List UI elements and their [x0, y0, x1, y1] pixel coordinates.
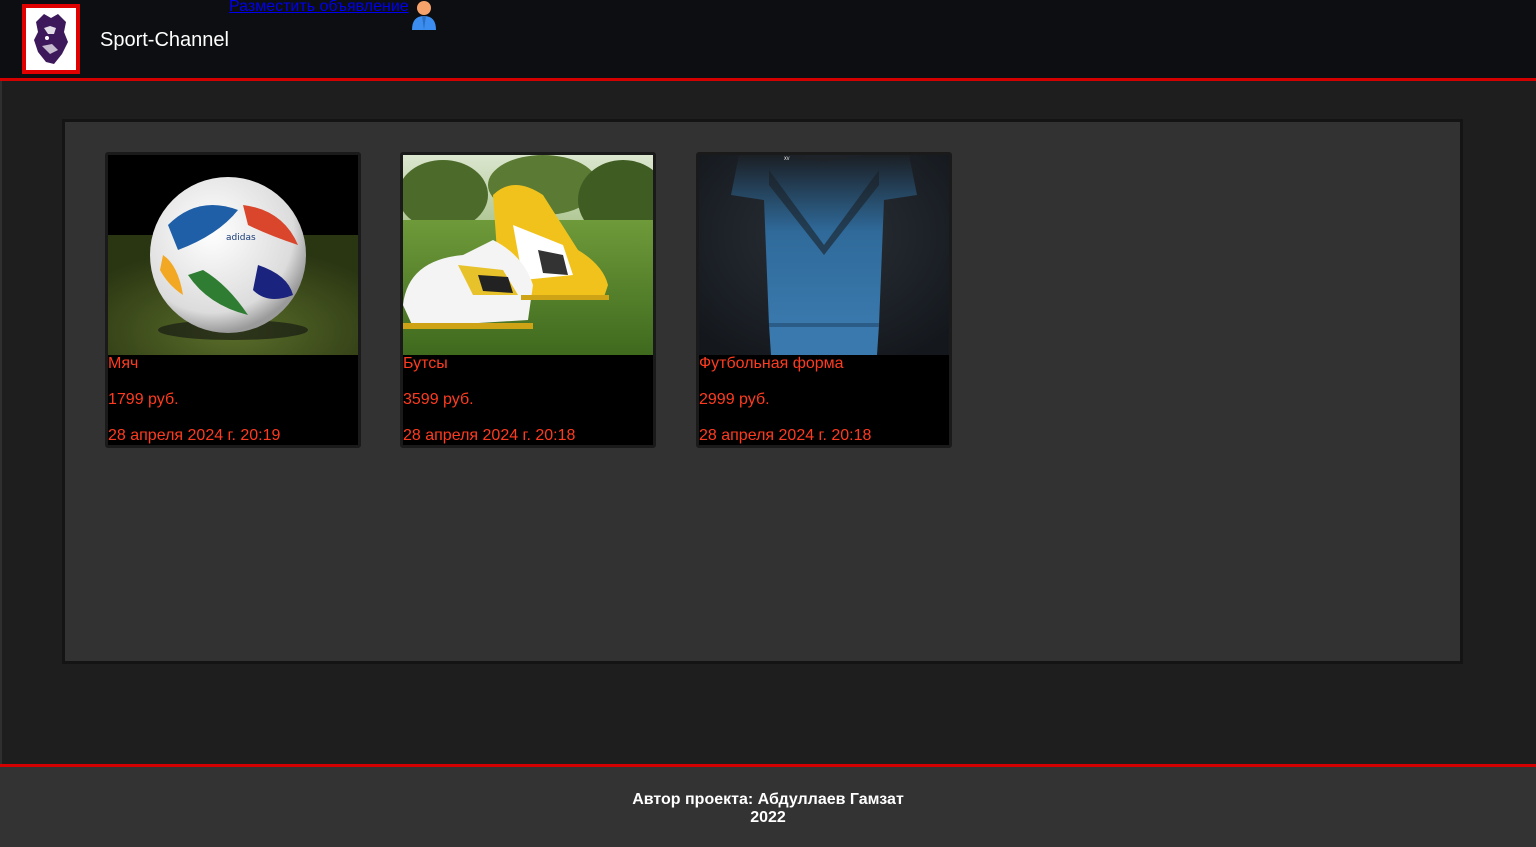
listing-card[interactable]: XV Футбольная форма 2999 руб. 28 апреля … — [696, 152, 952, 448]
listing-date: 28 апреля 2024 г. 20:18 — [403, 427, 576, 444]
listing-title[interactable]: Футбольная форма — [699, 355, 949, 373]
site-footer: Автор проекта: Абдуллаев Гамзат 2022 — [0, 764, 1536, 847]
post-ad-link[interactable]: Разместить объявление — [229, 0, 409, 16]
listing-title[interactable]: Мяч — [108, 355, 358, 373]
football-boots-photo — [403, 155, 653, 355]
premier-league-lion-icon — [26, 8, 76, 70]
listing-price: 1799 руб. — [108, 391, 179, 408]
listing-date: 28 апреля 2024 г. 20:18 — [699, 427, 872, 444]
listing-card[interactable]: adidas Мяч 1799 руб. 28 апреля 2024 г. 2… — [105, 152, 361, 448]
soccer-ball-photo: adidas — [108, 155, 358, 355]
listing-price: 2999 руб. — [699, 391, 770, 408]
listing-card[interactable]: Бутсы 3599 руб. 28 апреля 2024 г. 20:18 — [400, 152, 656, 448]
listing-price: 3599 руб. — [403, 391, 474, 408]
site-logo[interactable] — [22, 4, 80, 74]
footer-author: Автор проекта: Абдуллаев Гамзат — [632, 791, 904, 808]
svg-text:adidas: adidas — [226, 233, 256, 243]
user-icon[interactable] — [410, 0, 438, 30]
footer-year: 2022 — [750, 809, 786, 826]
site-header: Sport-Channel Разместить объявление — [0, 0, 1536, 81]
site-title[interactable]: Sport-Channel — [100, 29, 229, 52]
listing-date: 28 апреля 2024 г. 20:19 — [108, 427, 281, 444]
football-kit-photo: XV — [699, 155, 949, 355]
svg-text:XV: XV — [784, 156, 790, 161]
listing-title[interactable]: Бутсы — [403, 355, 653, 373]
